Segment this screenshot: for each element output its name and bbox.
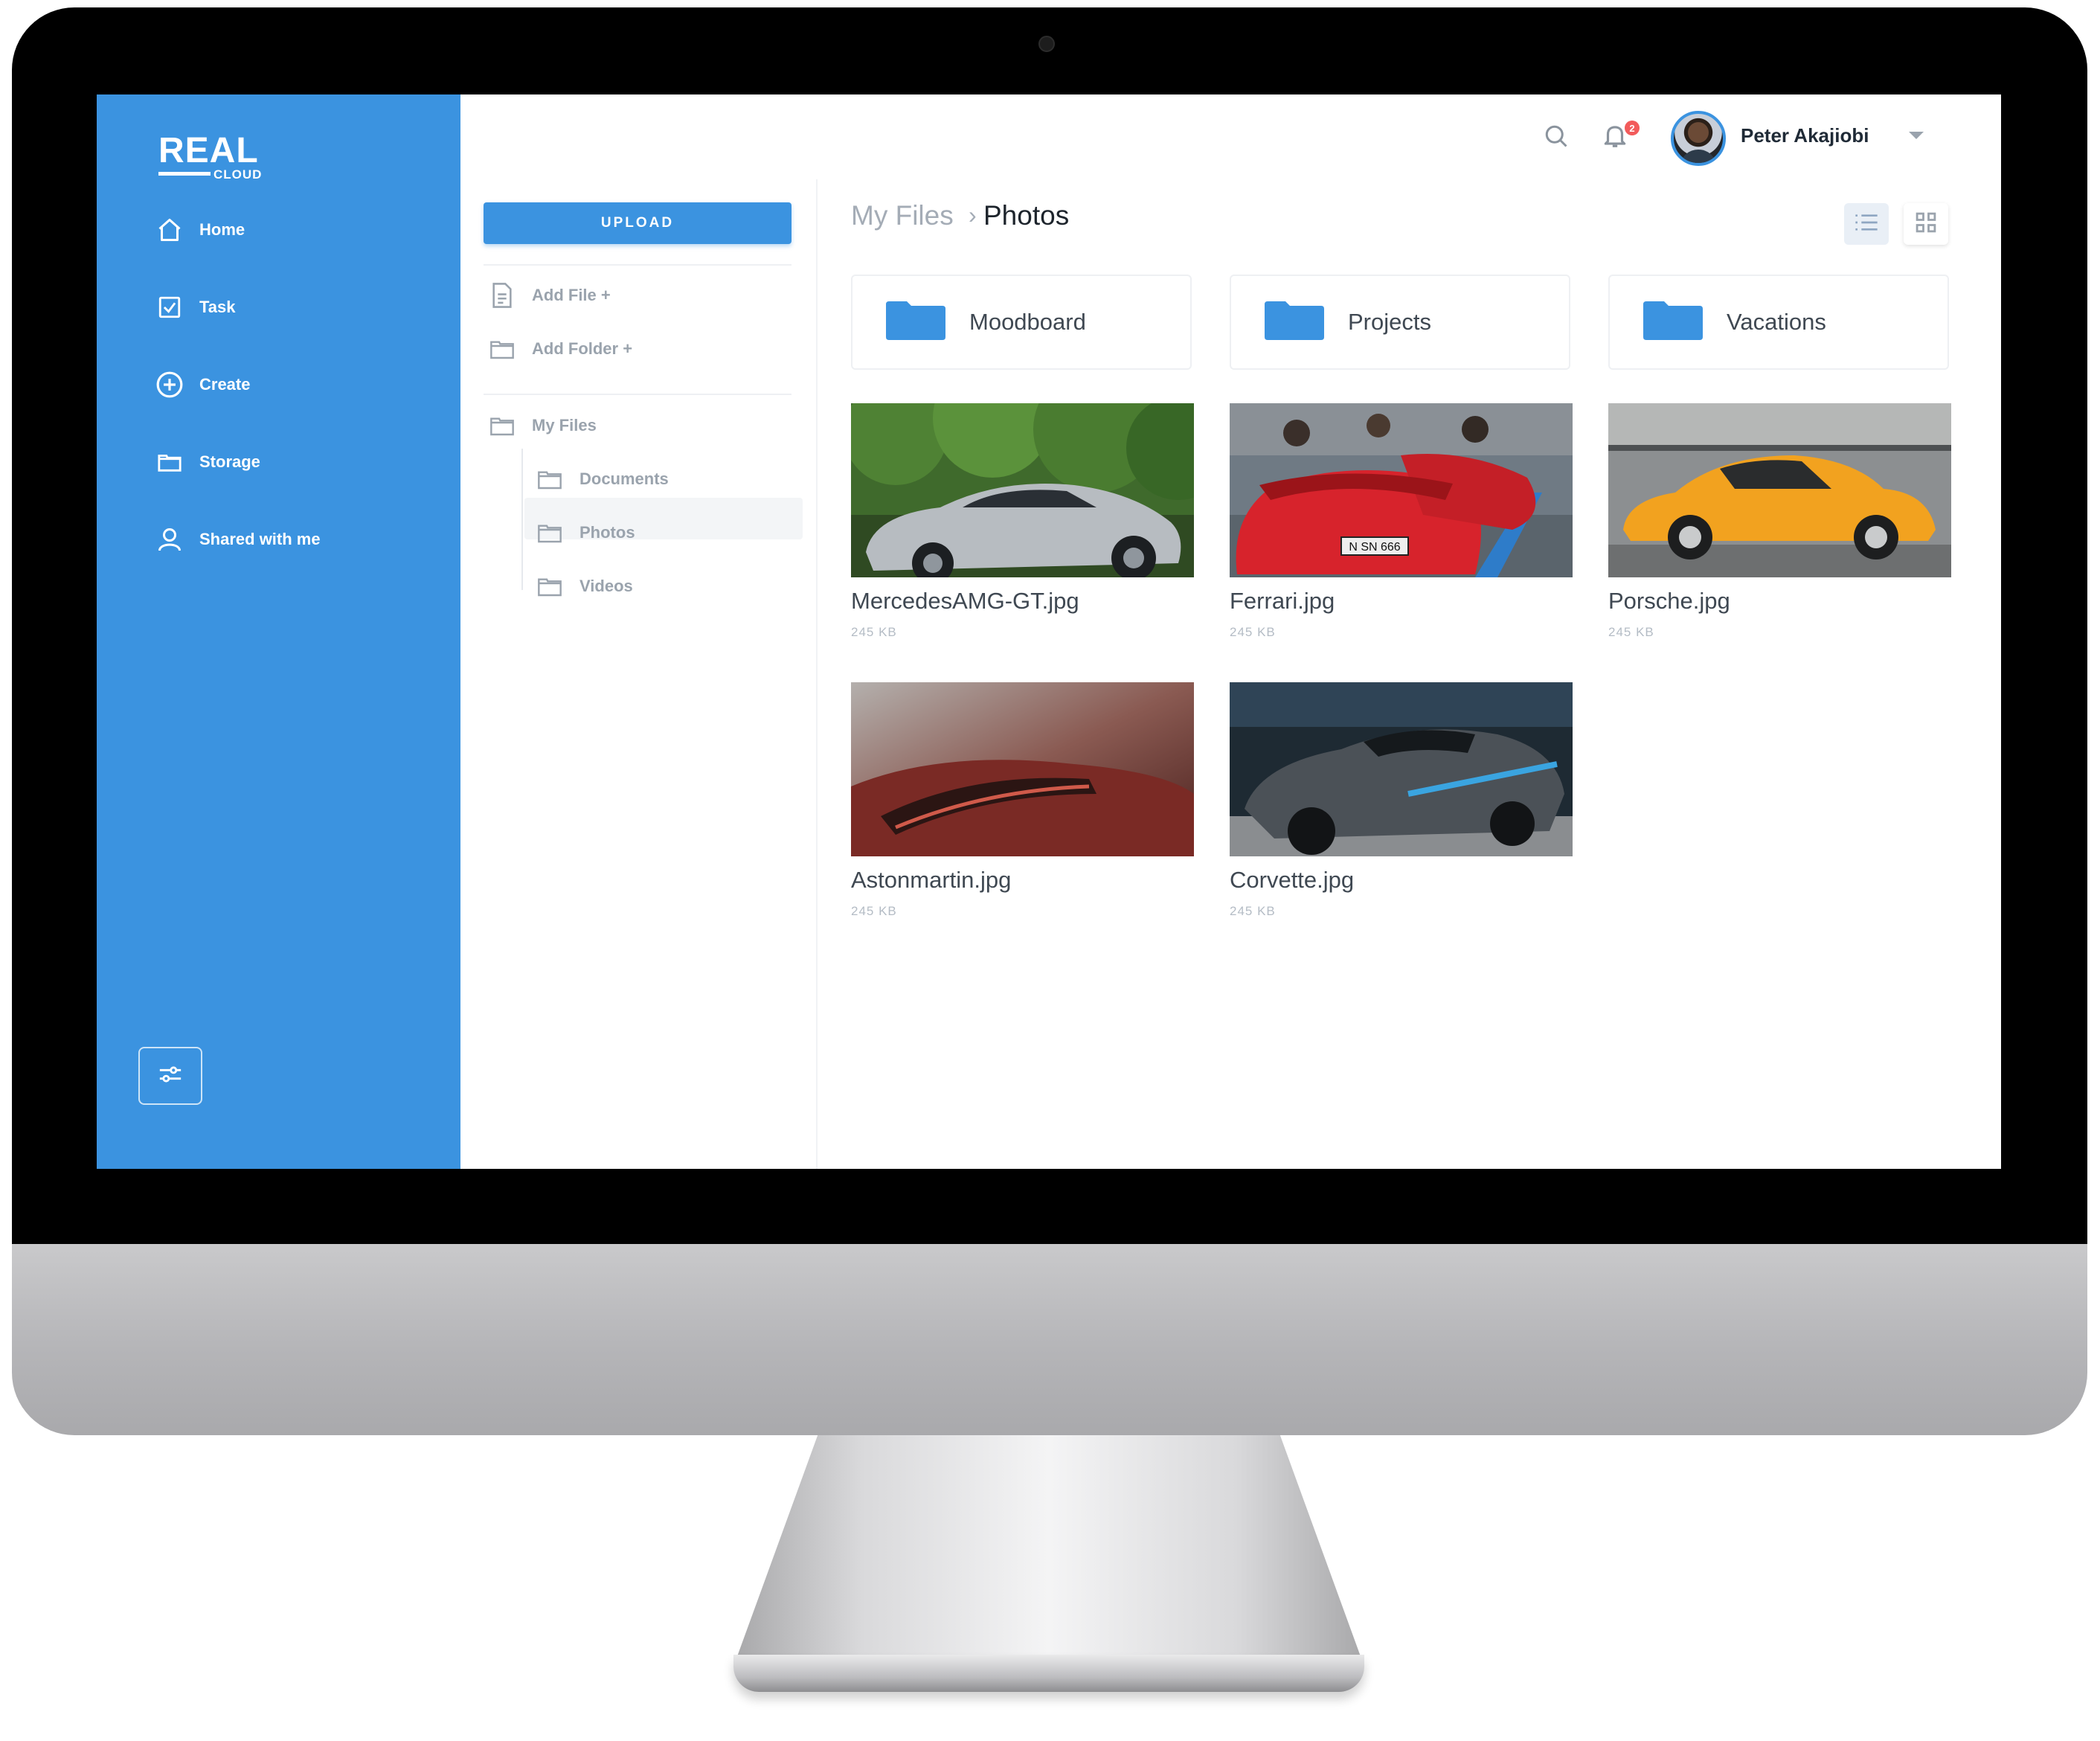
- divider: [484, 264, 791, 266]
- folder-icon: [536, 573, 563, 600]
- photo-card-astonmartin[interactable]: Astonmartin.jpg 245 KB: [851, 682, 1194, 919]
- folder-icon: [1265, 301, 1324, 344]
- plus-circle-icon: [155, 370, 184, 400]
- photo-card-mercedes[interactable]: MercedesAMG-GT.jpg 245 KB: [851, 403, 1194, 640]
- folder-icon: [1643, 301, 1703, 344]
- sidebar-item-create[interactable]: Create: [155, 367, 250, 403]
- sidebar-item-storage[interactable]: Storage: [155, 444, 260, 480]
- folder-icon: [489, 412, 516, 439]
- add-file-label: Add File +: [532, 286, 611, 304]
- app-screen: REAL CLOUD Home Task Create Storage Shar…: [97, 94, 2001, 1169]
- logo-subtext: CLOUD: [213, 167, 263, 182]
- upload-button[interactable]: UPLOAD: [484, 202, 791, 244]
- photo-card-porsche[interactable]: Porsche.jpg 245 KB: [1608, 403, 1951, 640]
- folder-icon: [536, 519, 563, 546]
- svg-text:N SN 666: N SN 666: [1349, 541, 1400, 554]
- sidebar-item-task[interactable]: Task: [155, 289, 236, 325]
- tree-item-my-files[interactable]: My Files: [489, 412, 597, 439]
- breadcrumb-current: Photos: [983, 200, 1070, 231]
- add-folder-label: Add Folder +: [532, 339, 633, 358]
- user-name[interactable]: Peter Akajiobi: [1741, 124, 1869, 147]
- folder-label: Projects: [1348, 309, 1431, 335]
- photo-size: 245 KB: [1608, 625, 1654, 639]
- sidebar-item-shared[interactable]: Shared with me: [155, 522, 321, 557]
- avatar[interactable]: [1671, 111, 1726, 166]
- search-icon[interactable]: [1540, 120, 1573, 153]
- photo-thumbnail: N SN 666: [1230, 403, 1573, 577]
- photo-name: Astonmartin.jpg: [851, 867, 1012, 893]
- tree-item-label: Documents: [579, 469, 669, 488]
- photo-card-ferrari[interactable]: N SN 666 Ferrari.jpg 245 KB: [1230, 403, 1573, 640]
- settings-button[interactable]: [138, 1047, 202, 1105]
- tree-guide-line: [521, 449, 523, 590]
- tree-item-label: My Files: [532, 416, 597, 435]
- tree-item-label: Photos: [579, 523, 635, 542]
- photo-size: 245 KB: [851, 904, 897, 918]
- tree-item-documents[interactable]: Documents: [536, 466, 669, 493]
- home-icon: [155, 215, 184, 245]
- sidebar-item-label: Create: [199, 375, 251, 394]
- breadcrumb-root[interactable]: My Files: [851, 200, 954, 231]
- monitor-stand: [736, 1435, 1361, 1658]
- divider: [484, 394, 791, 395]
- folder-card-projects[interactable]: Projects: [1230, 275, 1570, 370]
- tree-item-label: Videos: [579, 577, 633, 595]
- folder-label: Vacations: [1727, 309, 1826, 335]
- photo-name: Ferrari.jpg: [1230, 588, 1335, 614]
- photo-name: Porsche.jpg: [1608, 588, 1730, 614]
- folder-label: Moodboard: [969, 309, 1086, 335]
- sidebar-item-home[interactable]: Home: [155, 212, 245, 248]
- sidebar-item-label: Storage: [199, 452, 260, 471]
- grid-view-button[interactable]: [1904, 203, 1948, 245]
- photo-thumbnail: [1230, 682, 1573, 856]
- file-icon: [489, 282, 516, 309]
- photo-name: Corvette.jpg: [1230, 867, 1355, 893]
- folder-icon: [536, 466, 563, 493]
- folder-icon: [489, 336, 516, 362]
- grid-icon: [1916, 212, 1936, 237]
- list-icon: [1855, 214, 1878, 235]
- logo-text: REAL: [158, 131, 259, 170]
- add-file-button[interactable]: Add File +: [489, 282, 611, 309]
- photo-size: 245 KB: [1230, 904, 1276, 918]
- photo-size: 245 KB: [851, 625, 897, 639]
- sidebar-item-label: Home: [199, 220, 245, 239]
- user-icon: [155, 525, 184, 554]
- logo-underline: [158, 172, 211, 176]
- photo-thumbnail: [851, 682, 1194, 856]
- file-tree-panel: UPLOAD Add File + Add Folder + My Files: [460, 179, 818, 1169]
- add-folder-button[interactable]: Add Folder +: [489, 336, 632, 362]
- folder-card-moodboard[interactable]: Moodboard: [851, 275, 1192, 370]
- tree-item-videos[interactable]: Videos: [536, 573, 633, 600]
- sidebar-item-label: Shared with me: [199, 530, 321, 548]
- folder-icon: [886, 301, 945, 344]
- sidebar-item-label: Task: [199, 298, 236, 316]
- list-view-button[interactable]: [1844, 203, 1889, 245]
- photo-size: 245 KB: [1230, 625, 1276, 639]
- folder-card-vacations[interactable]: Vacations: [1608, 275, 1949, 370]
- tree-item-photos[interactable]: Photos: [536, 519, 635, 546]
- breadcrumb-separator: ›: [969, 202, 977, 228]
- folder-icon: [155, 447, 184, 477]
- sliders-icon: [158, 1063, 183, 1089]
- photo-thumbnail: [1608, 403, 1951, 577]
- camera-dot: [1038, 36, 1055, 52]
- main-content: My Files › Photos Moodboard Projects Vac…: [816, 179, 2001, 1169]
- monitor-base: [733, 1655, 1364, 1692]
- checkbox-icon: [155, 292, 184, 322]
- photo-name: MercedesAMG-GT.jpg: [851, 588, 1079, 614]
- sidebar: REAL CLOUD Home Task Create Storage Shar…: [97, 94, 460, 1169]
- photo-thumbnail: [851, 403, 1194, 577]
- chevron-down-icon[interactable]: [1907, 130, 1925, 144]
- logo: REAL CLOUD: [158, 131, 261, 182]
- photo-card-corvette[interactable]: Corvette.jpg 245 KB: [1230, 682, 1573, 919]
- notification-badge: 2: [1625, 121, 1640, 135]
- monitor-chin: [12, 1244, 2087, 1435]
